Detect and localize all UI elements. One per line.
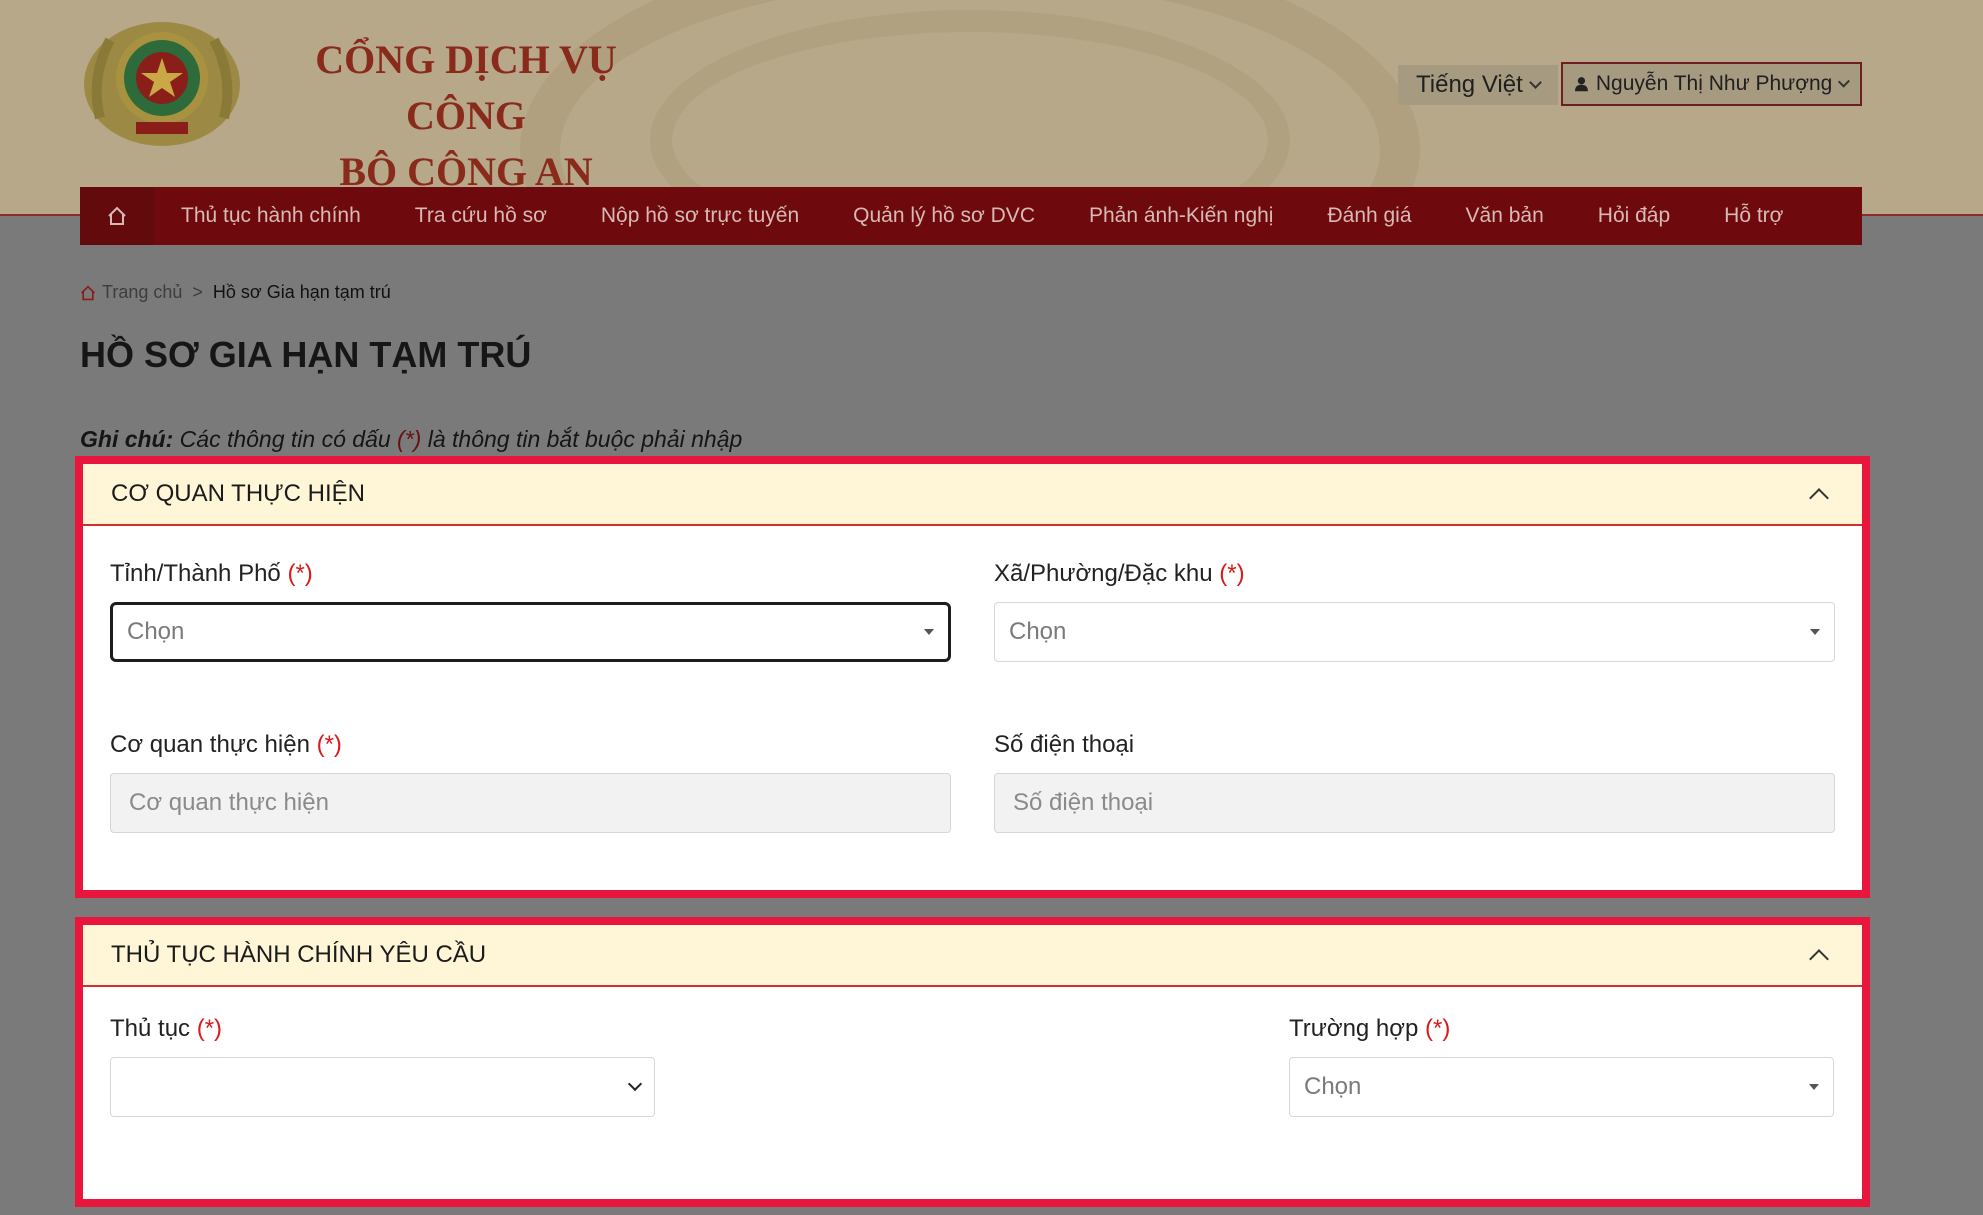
ward-field: Xã/Phường/Đặc khu (*) Chọn	[994, 560, 1835, 662]
caret-down-icon	[924, 629, 934, 635]
agency-input[interactable]: Cơ quan thực hiện	[110, 773, 951, 833]
ward-select[interactable]: Chọn	[994, 602, 1835, 662]
nav-item-phan-anh[interactable]: Phản ánh-Kiến nghị	[1062, 204, 1300, 228]
chevron-down-icon	[1838, 75, 1851, 88]
nav-item-hoi-dap[interactable]: Hỏi đáp	[1571, 204, 1697, 228]
user-icon	[1575, 77, 1588, 92]
site-title[interactable]: CỔNG DỊCH VỤ CÔNG BỘ CÔNG AN	[256, 32, 676, 200]
language-dropdown[interactable]: Tiếng Việt	[1398, 65, 1558, 105]
case-select[interactable]: Chọn	[1289, 1057, 1834, 1117]
breadcrumb: Trang chủ > Hồ sơ Gia hạn tạm trú	[80, 282, 391, 303]
home-icon	[81, 284, 95, 300]
required-note: Ghi chú: Các thông tin có dấu (*) là thô…	[80, 426, 743, 452]
agency-section: CƠ QUAN THỰC HIỆN Tỉnh/Thành Phố (*) Chọ…	[75, 456, 1870, 898]
nav-item-tra-cuu[interactable]: Tra cứu hồ sơ	[388, 204, 574, 228]
chevron-up-icon[interactable]	[1809, 488, 1829, 508]
breadcrumb-current: Hồ sơ Gia hạn tạm trú	[212, 282, 391, 302]
agency-field: Cơ quan thực hiện (*) Cơ quan thực hiện	[110, 731, 951, 833]
procedure-field: Thủ tục (*)	[110, 1015, 655, 1117]
user-menu-dropdown[interactable]: Nguyễn Thị Như Phượng	[1561, 62, 1862, 106]
breadcrumb-home[interactable]: Trang chủ	[80, 282, 182, 303]
procedure-section: THỦ TỤC HÀNH CHÍNH YÊU CẦU Thủ tục (*) T…	[75, 917, 1870, 1207]
nav-item-danh-gia[interactable]: Đánh giá	[1300, 204, 1438, 228]
province-select[interactable]: Chọn	[110, 602, 951, 662]
nav-item-van-ban[interactable]: Văn bản	[1439, 204, 1571, 228]
police-emblem-logo[interactable]	[80, 18, 244, 150]
chevron-down-icon	[1528, 76, 1542, 89]
procedure-select[interactable]	[110, 1057, 655, 1117]
nav-home[interactable]	[80, 187, 154, 245]
chevron-up-icon[interactable]	[1809, 949, 1829, 969]
site-header: CỔNG DỊCH VỤ CÔNG BỘ CÔNG AN Tiếng Việt …	[0, 0, 1983, 216]
chevron-down-icon	[627, 1076, 643, 1092]
case-field: Trường hợp (*) Chọn	[1289, 1015, 1834, 1117]
procedure-section-header[interactable]: THỦ TỤC HÀNH CHÍNH YÊU CẦU	[83, 925, 1862, 987]
breadcrumb-separator: >	[192, 282, 203, 302]
agency-section-header[interactable]: CƠ QUAN THỰC HIỆN	[83, 464, 1862, 526]
nav-item-ho-tro[interactable]: Hỗ trợ	[1697, 204, 1810, 228]
page-title: HỒ SƠ GIA HẠN TẠM TRÚ	[80, 334, 532, 375]
caret-down-icon	[1809, 1084, 1819, 1090]
province-field: Tỉnh/Thành Phố (*) Chọn	[110, 560, 951, 662]
nav-item-nop-ho-so[interactable]: Nộp hồ sơ trực tuyến	[574, 204, 826, 228]
home-icon	[108, 206, 126, 225]
phone-input[interactable]: Số điện thoại	[994, 773, 1835, 833]
nav-item-thu-tuc[interactable]: Thủ tục hành chính	[154, 204, 388, 228]
nav-item-quan-ly[interactable]: Quản lý hồ sơ DVC	[826, 204, 1062, 228]
caret-down-icon	[1810, 629, 1820, 635]
phone-field: Số điện thoại Số điện thoại	[994, 731, 1835, 833]
main-nav: Thủ tục hành chính Tra cứu hồ sơ Nộp hồ …	[80, 187, 1862, 245]
